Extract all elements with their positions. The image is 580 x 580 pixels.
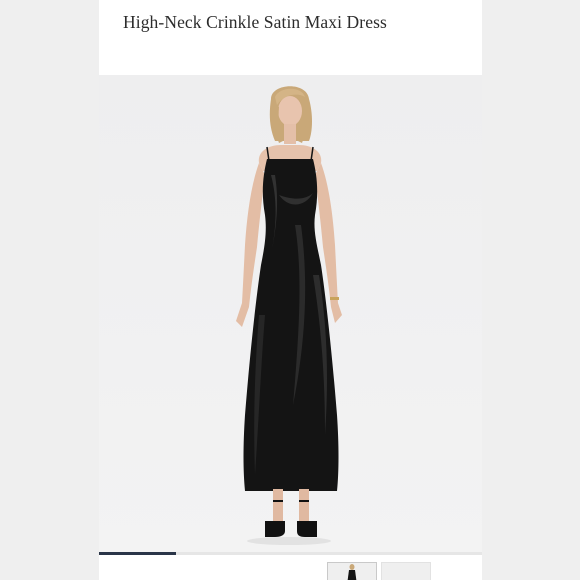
image-carousel-progress-fill (99, 552, 176, 555)
thumbnail-dress-icon (347, 564, 357, 580)
product-title: High-Neck Crinkle Satin Maxi Dress (123, 12, 387, 32)
dress-alt-thumbnail[interactable] (381, 562, 431, 580)
page: High-Neck Crinkle Satin Maxi Dress (0, 0, 580, 580)
product-panel: High-Neck Crinkle Satin Maxi Dress (99, 0, 482, 580)
right-margin (482, 0, 580, 580)
product-main-image[interactable] (99, 75, 482, 552)
dress-front-thumbnail[interactable] (327, 562, 377, 580)
image-carousel-progress (99, 552, 482, 555)
left-margin (0, 0, 99, 580)
model-illustration (236, 86, 342, 545)
